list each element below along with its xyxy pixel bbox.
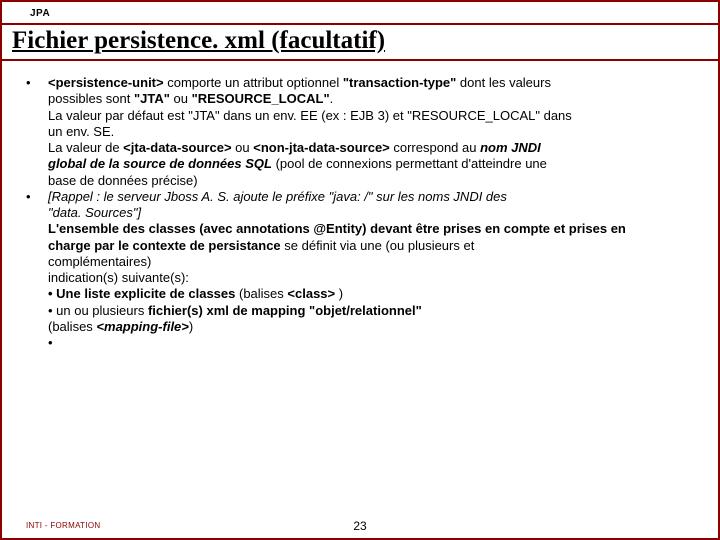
text-run: ou [232,140,254,155]
bullet-marker: • [24,189,48,352]
page-number: 23 [353,519,366,533]
bullet-body: [Rappel : le serveur Jboss A. S. ajoute … [48,189,696,352]
text-run: se définit via une (ou plusieurs et [281,238,475,253]
text-run: dont les valeurs [456,75,551,90]
text-run: ou [170,91,192,106]
text-run: base de données précise) [48,173,198,188]
text-run: "transaction-type" [343,75,456,90]
text-run: ) [189,319,193,334]
text-run: La valeur par défaut est "JTA" dans un e… [48,108,572,123]
text-run: "JTA" [134,91,170,106]
slide: JPA Fichier persistence. xml (facultatif… [0,0,720,540]
text-run: • un ou plusieurs [48,303,148,318]
footer: INTI - FORMATION 23 [2,521,718,530]
text-run: <persistence-unit> [48,75,164,90]
header-label: JPA [2,2,718,23]
text-run: complémentaires) [48,254,151,269]
text-run: <class> [287,286,335,301]
text-run: comporte un attribut optionnel [164,75,343,90]
text-run: global de la source de données SQL [48,156,272,171]
text-run: La valeur de [48,140,123,155]
text-run: "data. Sources"] [48,205,141,220]
title-bar: Fichier persistence. xml (facultatif) [2,23,718,61]
text-run: possibles sont [48,91,134,106]
text-run: indication(s) suivante(s): [48,270,189,285]
text-run: (pool de connexions permettant d'atteind… [272,156,547,171]
bullet-body: <persistence-unit> comporte un attribut … [48,75,696,189]
text-run: nom JNDI [480,140,541,155]
slide-title: Fichier persistence. xml (facultatif) [12,27,385,54]
bullet-item: •[Rappel : le serveur Jboss A. S. ajoute… [24,189,696,352]
footer-left: INTI - FORMATION [2,521,100,530]
text-run: fichier(s) xml de mapping "objet/relatio… [148,303,422,318]
text-run: ) [335,286,343,301]
text-run: (balises [235,286,287,301]
text-run: • Une liste explicite de classes [48,286,235,301]
text-run: <non-jta-data-source> [253,140,390,155]
text-run: charge par le contexte de persistance [48,238,281,253]
slide-content: •<persistence-unit> comporte un attribut… [2,61,718,351]
text-run: un env. SE. [48,124,114,139]
text-run: [Rappel : le serveur Jboss A. S. ajoute … [48,189,507,204]
bullet-item: •<persistence-unit> comporte un attribut… [24,75,696,189]
text-run: correspond au [390,140,480,155]
text-run: <jta-data-source> [123,140,231,155]
bullet-marker: • [24,75,48,189]
text-run: . [330,91,334,106]
text-run: L'ensemble des classes (avec annotations… [48,221,626,236]
text-run: • [48,335,53,350]
text-run: "RESOURCE_LOCAL" [192,91,330,106]
text-run: (balises [48,319,96,334]
text-run: <mapping-file> [96,319,188,334]
